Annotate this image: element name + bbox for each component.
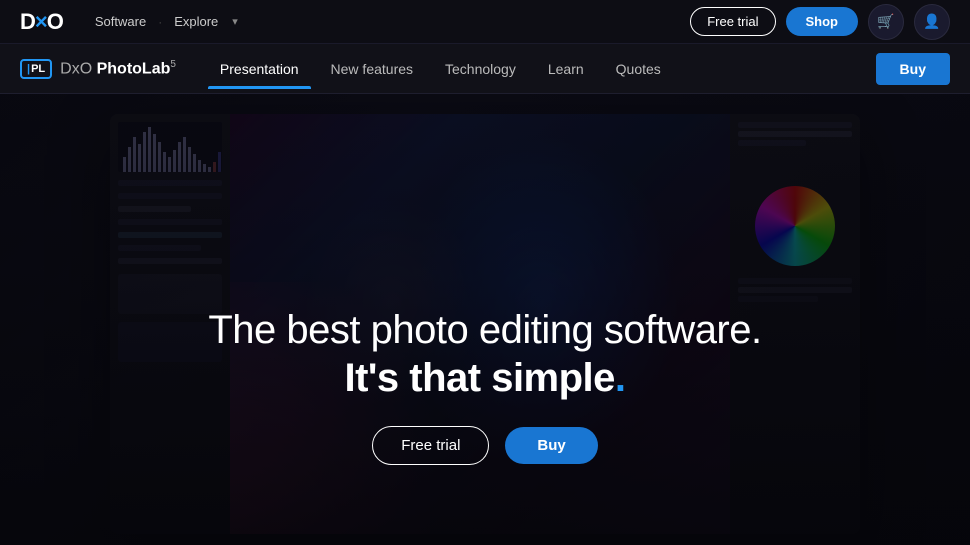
cart-icon: 🛒 xyxy=(877,13,894,30)
hero-content: The best photo editing software. It's th… xyxy=(0,306,970,465)
pl-badge: | PL xyxy=(20,59,52,79)
top-navigation: D×O Software · Explore ▾ Free trial Shop… xyxy=(0,0,970,44)
product-dxo: DxO xyxy=(60,60,92,77)
product-nav-links: Presentation New features Technology Lea… xyxy=(208,49,673,89)
hero-buy-button[interactable]: Buy xyxy=(505,427,597,464)
tab-quotes[interactable]: Quotes xyxy=(604,49,673,89)
nav-separator: · xyxy=(158,15,162,29)
product-nav-left: | PL DxO PhotoLab5 Presentation New feat… xyxy=(20,49,673,89)
product-nav-right: Buy xyxy=(876,53,950,85)
tab-learn[interactable]: Learn xyxy=(536,49,596,89)
pl-label: PL xyxy=(31,63,45,75)
product-name: DxO PhotoLab5 xyxy=(60,59,176,78)
hero-section: The best photo editing software. It's th… xyxy=(0,94,970,545)
user-icon-button[interactable]: 👤 xyxy=(914,4,950,40)
product-buy-button[interactable]: Buy xyxy=(876,53,950,85)
explore-link[interactable]: Explore xyxy=(166,10,226,33)
dxo-logo-text: D×O xyxy=(20,9,63,35)
product-version: 5 xyxy=(170,59,176,70)
user-icon: 👤 xyxy=(923,13,940,30)
hero-buttons: Free trial Buy xyxy=(0,426,970,465)
hero-title-line1: The best photo editing software. xyxy=(0,306,970,354)
tab-technology[interactable]: Technology xyxy=(433,49,528,89)
tab-presentation[interactable]: Presentation xyxy=(208,49,311,89)
hero-bold-text: It's that simple xyxy=(344,356,614,400)
product-photolab: PhotoLab xyxy=(97,60,171,77)
hero-dot: . xyxy=(615,356,626,400)
software-link[interactable]: Software xyxy=(87,10,154,33)
pl-icon: | xyxy=(27,63,30,75)
cart-icon-button[interactable]: 🛒 xyxy=(868,4,904,40)
top-nav-right: Free trial Shop 🛒 👤 xyxy=(690,4,950,40)
product-navigation: | PL DxO PhotoLab5 Presentation New feat… xyxy=(0,44,970,94)
top-shop-button[interactable]: Shop xyxy=(786,7,859,36)
top-nav-links: Software · Explore ▾ xyxy=(87,10,238,33)
hero-title-line2: It's that simple. xyxy=(0,354,970,402)
top-free-trial-button[interactable]: Free trial xyxy=(690,7,775,36)
hero-free-trial-button[interactable]: Free trial xyxy=(372,426,489,465)
top-nav-left: D×O Software · Explore ▾ xyxy=(20,9,238,35)
product-logo[interactable]: | PL DxO PhotoLab5 xyxy=(20,59,176,79)
dxo-logo[interactable]: D×O xyxy=(20,9,63,35)
tab-new-features[interactable]: New features xyxy=(319,49,425,89)
